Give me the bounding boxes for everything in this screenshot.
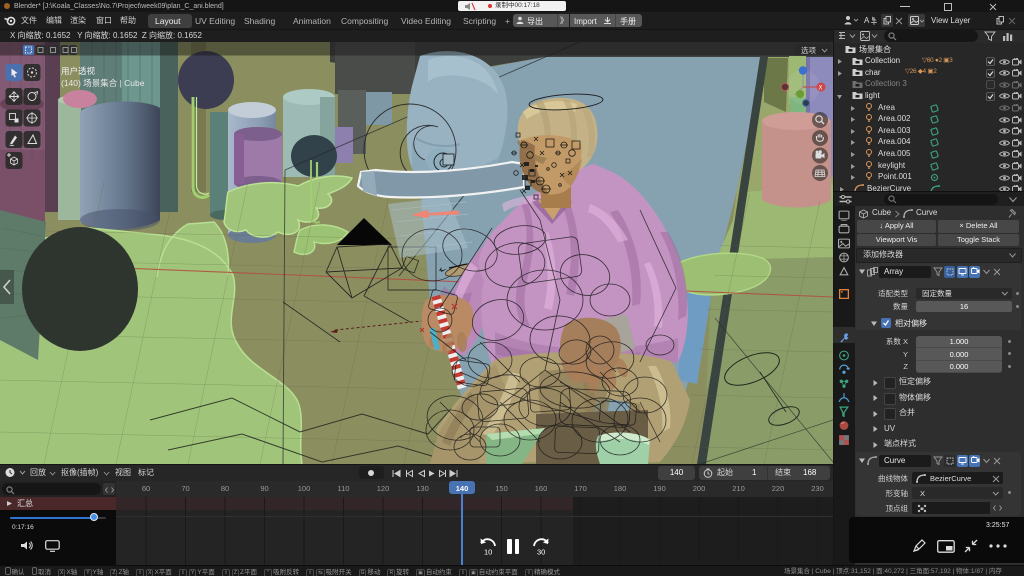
svg-text:10: 10: [484, 548, 492, 557]
svg-text:X: X: [819, 86, 823, 92]
svg-text:(140) 场景集合 | Cube: (140) 场景集合 | Cube: [61, 78, 145, 88]
svg-text:用户透视: 用户透视: [61, 66, 96, 76]
svg-text:选项: 选项: [801, 45, 816, 55]
svg-text:30: 30: [537, 548, 545, 557]
